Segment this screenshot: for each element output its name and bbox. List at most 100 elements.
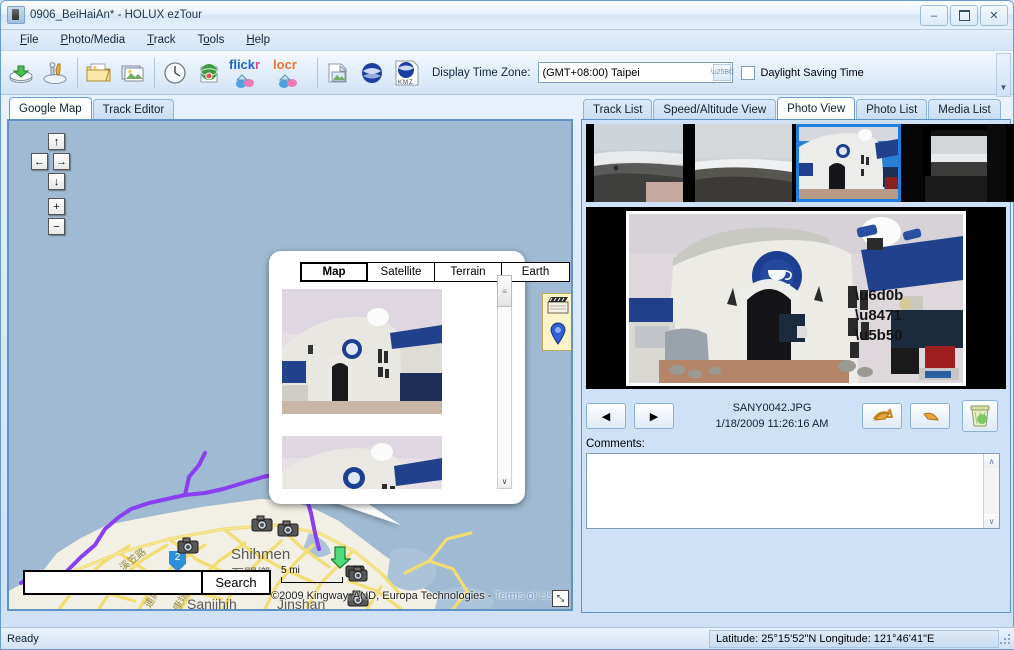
toolbar-overflow-button[interactable]: ▼ xyxy=(996,53,1011,97)
menu-bar: File Photo/Media Track Tools Help xyxy=(1,30,1013,51)
timezone-label: Display Time Zone: xyxy=(432,66,531,79)
pan-down-button[interactable]: ↓ xyxy=(48,173,65,190)
map-search-bar[interactable]: Search xyxy=(23,570,271,595)
device-config-icon[interactable] xyxy=(39,54,73,92)
menu-tools[interactable]: Tools xyxy=(186,32,235,48)
rotate-right-icon[interactable] xyxy=(910,403,950,429)
chevron-down-icon[interactable]: \u25BC xyxy=(711,64,734,81)
zoom-out-button[interactable]: − xyxy=(48,218,65,235)
zoom-in-button[interactable]: + xyxy=(48,198,65,215)
map-info-bubble[interactable]: Map Satellite Terrain Earth ∨ ≡ xyxy=(269,251,570,504)
map-type-buttons: Map Satellite Terrain Earth xyxy=(300,262,570,282)
media-clapper-icon[interactable] xyxy=(547,296,569,317)
terms-of-use-link[interactable]: Terms of Use xyxy=(494,590,559,602)
scroll-down-icon[interactable]: ∨ xyxy=(498,474,511,488)
open-photo-folder-icon[interactable] xyxy=(82,54,116,92)
photo-metadata: SANY0042.JPG 1/18/2009 11:26:16 AM xyxy=(682,400,862,432)
window-title: 0906_BeiHaiAn* - HOLUX ezTour xyxy=(30,9,202,21)
main-photo[interactable]: \u6d0b \u8471 \u5b50 xyxy=(626,210,966,386)
toolbar-separator xyxy=(317,57,318,88)
scroll-up-icon[interactable]: ∧ xyxy=(984,454,999,468)
previous-photo-button[interactable]: ◀ xyxy=(586,403,626,429)
app-icon xyxy=(7,6,25,24)
tab-track-list[interactable]: Track List xyxy=(583,99,653,119)
map-scale-bar: 5 mi xyxy=(281,565,343,583)
photo-controls: ◀ ▶ SANY0042.JPG 1/18/2009 11:26:16 AM xyxy=(586,395,1006,437)
maximize-button[interactable] xyxy=(950,5,978,26)
pan-left-button[interactable]: ← xyxy=(31,153,48,170)
map-pin-icon[interactable] xyxy=(549,321,567,348)
search-button[interactable]: Search xyxy=(201,572,269,593)
map-resize-handle[interactable]: ⤡ xyxy=(552,590,569,607)
search-input[interactable] xyxy=(25,572,201,593)
map-type-terrain[interactable]: Terrain xyxy=(435,263,502,281)
map-type-earth[interactable]: Earth xyxy=(502,263,569,281)
photo-filmstrip[interactable] xyxy=(586,124,1014,202)
map-type-map[interactable]: Map xyxy=(301,263,368,281)
tab-google-map[interactable]: Google Map xyxy=(9,97,92,119)
daylight-saving-group[interactable]: Daylight Saving Time xyxy=(741,65,864,80)
thumb-interior[interactable] xyxy=(1006,124,1014,202)
main-photo-frame[interactable]: \u6d0b \u8471 \u5b50 xyxy=(586,207,1006,389)
comments-box[interactable]: ∧ ∨ xyxy=(586,453,1000,529)
status-bar: Ready Latitude: 25°15'52"N Longitude: 12… xyxy=(1,627,1014,649)
map-canvas[interactable]: Shihmen 石門鄉 Sanjihih 三芝鄉 Jinshan 金山鄉 Dan… xyxy=(9,121,571,609)
map-tabs: Google Map Track Editor xyxy=(1,97,579,119)
close-button[interactable]: ✕ xyxy=(980,5,1008,26)
scale-line xyxy=(281,577,343,583)
next-photo-button[interactable]: ▶ xyxy=(634,403,674,429)
rotate-left-icon[interactable] xyxy=(862,403,902,429)
thumb-dark-window[interactable] xyxy=(901,124,1006,202)
application-window: 0906_BeiHaiAn* - HOLUX ezTour – ✕ File P… xyxy=(0,0,1014,650)
tab-media-list[interactable]: Media List xyxy=(928,99,1001,119)
time-sync-icon[interactable] xyxy=(159,54,193,92)
bubble-photo-thumb[interactable] xyxy=(282,436,442,489)
pan-right-button[interactable]: → xyxy=(53,153,70,170)
photo-marker[interactable] xyxy=(177,536,199,557)
menu-help[interactable]: Help xyxy=(235,32,281,48)
thumb-shoreline[interactable] xyxy=(691,124,796,202)
scrollbar-thumb[interactable]: ≡ xyxy=(497,275,512,307)
status-message: Ready xyxy=(7,632,39,645)
menu-photo-media[interactable]: Photo/Media xyxy=(50,32,137,48)
photo-timestamp: 1/18/2009 11:26:16 AM xyxy=(715,418,829,430)
tab-track-editor[interactable]: Track Editor xyxy=(92,99,175,119)
map-pan-controls: ↑ ← → ↓ + − xyxy=(31,133,71,235)
menu-track[interactable]: Track xyxy=(136,32,186,48)
locr-upload-icon[interactable]: locr xyxy=(271,54,313,92)
thumb-white-cafe[interactable] xyxy=(796,124,901,202)
menu-file[interactable]: File xyxy=(9,32,50,48)
photo-view-panel: \u6d0b \u8471 \u5b50 ◀ ▶ SANY0042.JPG 1/18… xyxy=(581,119,1014,613)
map-type-satellite[interactable]: Satellite xyxy=(368,263,435,281)
add-photos-icon[interactable] xyxy=(116,54,150,92)
tab-speed-altitude-view[interactable]: Speed/Altitude View xyxy=(653,99,777,119)
daylight-saving-checkbox[interactable] xyxy=(741,65,756,80)
photo-marker[interactable] xyxy=(277,519,299,540)
minimize-button[interactable]: – xyxy=(920,5,948,26)
google-earth-icon[interactable] xyxy=(356,54,390,92)
publish-web-icon[interactable] xyxy=(193,54,227,92)
scroll-down-icon[interactable]: ∨ xyxy=(984,514,999,528)
thumb-beach-rocks[interactable] xyxy=(586,124,691,202)
tab-photo-list[interactable]: Photo List xyxy=(856,99,928,119)
photo-tabs: Track List Speed/Altitude View Photo Vie… xyxy=(579,97,1013,119)
resize-grip[interactable] xyxy=(1000,634,1012,646)
comments-input[interactable] xyxy=(587,454,983,528)
export-kmz-icon[interactable]: KMZ xyxy=(390,54,424,92)
export-report-icon[interactable] xyxy=(322,54,356,92)
map-overlay-controls xyxy=(542,293,571,351)
tab-photo-view[interactable]: Photo View xyxy=(777,97,856,119)
pan-up-button[interactable]: ↑ xyxy=(48,133,65,150)
timezone-select[interactable]: (GMT+08:00) Taipei \u25BC xyxy=(538,62,734,83)
comments-scrollbar[interactable]: ∧ ∨ xyxy=(983,454,999,528)
google-map-panel[interactable]: Shihmen 石門鄉 Sanjihih 三芝鄉 Jinshan 金山鄉 Dan… xyxy=(7,119,573,611)
svg-text:\u8471: \u8471 xyxy=(855,307,902,324)
import-track-icon[interactable] xyxy=(5,54,39,92)
scale-label: 5 mi xyxy=(281,565,300,576)
bubble-photo-thumb[interactable] xyxy=(282,289,442,414)
flickr-upload-icon[interactable]: flickr xyxy=(227,54,271,92)
photo-marker[interactable] xyxy=(251,514,273,535)
bubble-scrollbar[interactable]: ∧ ∨ xyxy=(497,289,512,489)
trash-icon[interactable] xyxy=(962,400,998,432)
bubble-photo-list[interactable] xyxy=(282,289,490,489)
